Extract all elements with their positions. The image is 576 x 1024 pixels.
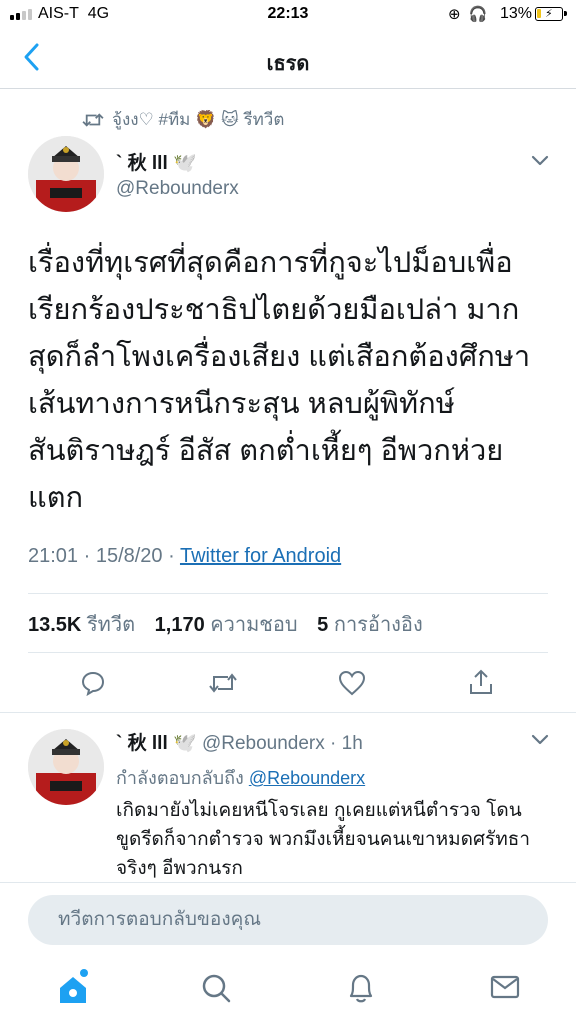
mail-icon xyxy=(490,975,520,999)
chevron-down-icon[interactable] xyxy=(531,733,549,751)
like-button[interactable] xyxy=(338,670,366,696)
avatar[interactable] xyxy=(28,136,104,212)
bell-icon xyxy=(349,974,373,1003)
nav-bar: เธรด xyxy=(0,30,576,89)
divider xyxy=(0,712,576,713)
replying-to-label: กำลังตอบกลับถึง xyxy=(116,768,244,788)
retweet-button[interactable] xyxy=(208,670,238,696)
clock: 22:13 xyxy=(267,5,309,22)
tab-bar xyxy=(0,960,576,1024)
quote-count-label: การอ้างอิง xyxy=(333,614,423,636)
avatar[interactable] xyxy=(28,729,104,805)
tweet-author-handle[interactable]: @Rebounderx xyxy=(116,178,239,200)
share-icon xyxy=(470,669,492,694)
tweet-source-link[interactable]: Twitter for Android xyxy=(180,545,341,567)
replying-to-link[interactable]: @Rebounderx xyxy=(249,768,365,788)
share-button[interactable] xyxy=(468,668,494,696)
retweet-note[interactable]: จู้งง♡ #ทีม 🦁 🐱 รีทวีต xyxy=(82,106,284,133)
status-bar: AIS-T 4G 22:13 ⊕ 🎧 13% ⚡ xyxy=(0,0,576,30)
tweet-timestamp: 21:01 · 15/8/20 · xyxy=(28,545,180,567)
retweet-count-label: รีทวีต xyxy=(86,614,136,636)
replying-to: กำลังตอบกลับถึง @Rebounderx xyxy=(116,763,365,792)
retweet-label: จู้งง♡ #ทีม 🦁 🐱 รีทวีต xyxy=(112,110,285,129)
chevron-down-icon[interactable] xyxy=(531,154,549,172)
tweet-author-name[interactable]: ` 秋 lll 🕊️ xyxy=(116,148,197,175)
search-icon xyxy=(202,974,231,1003)
reply-icon xyxy=(81,671,105,696)
reply-button[interactable] xyxy=(80,670,106,696)
tab-messages[interactable] xyxy=(490,972,520,1007)
retweet-count[interactable]: 13.5K xyxy=(28,614,81,636)
tweet-text: เรื่องที่ทุเรศที่สุดคือการที่กูจะไปม็อบเ… xyxy=(28,247,531,514)
tab-notifications[interactable] xyxy=(346,972,376,1009)
like-count-label: ความชอบ xyxy=(210,614,298,636)
heart-icon xyxy=(338,670,366,696)
retweet-icon xyxy=(82,112,104,127)
quote-count[interactable]: 5 xyxy=(317,614,328,636)
retweet-icon xyxy=(209,673,237,693)
tab-home[interactable] xyxy=(56,969,90,1011)
like-count[interactable]: 1,170 xyxy=(155,614,205,636)
tweet-stats: 13.5K รีทวีต 1,170 ความชอบ 5 การอ้างอิง xyxy=(28,608,437,640)
tweet-meta: 21:01 · 15/8/20 · Twitter for Android xyxy=(28,545,341,568)
reply-compose-input[interactable]: ทวีตการตอบกลับของคุณ xyxy=(28,895,548,945)
compose-placeholder: ทวีตการตอบกลับของคุณ xyxy=(58,909,261,930)
battery-icon: ⚡ xyxy=(535,7,567,21)
orientation-lock-icon: ⊕ 🎧 xyxy=(448,6,490,23)
divider xyxy=(28,652,548,653)
reply-author-handle: @Rebounderx · 1h xyxy=(201,733,363,754)
divider xyxy=(28,593,548,594)
reply-author[interactable]: ` 秋 lll 🕊️ @Rebounderx · 1h xyxy=(116,728,363,755)
page-title: เธรด xyxy=(266,53,310,75)
reply-text: เกิดมายังไม่เคยหนีโจรเลย กูเคยแต่หนีตำรว… xyxy=(116,800,531,879)
battery-percent: 13% xyxy=(500,5,533,22)
tab-search[interactable] xyxy=(200,972,232,1009)
reply-author-name: ` 秋 lll 🕊️ xyxy=(116,733,197,754)
home-icon xyxy=(60,977,86,1003)
